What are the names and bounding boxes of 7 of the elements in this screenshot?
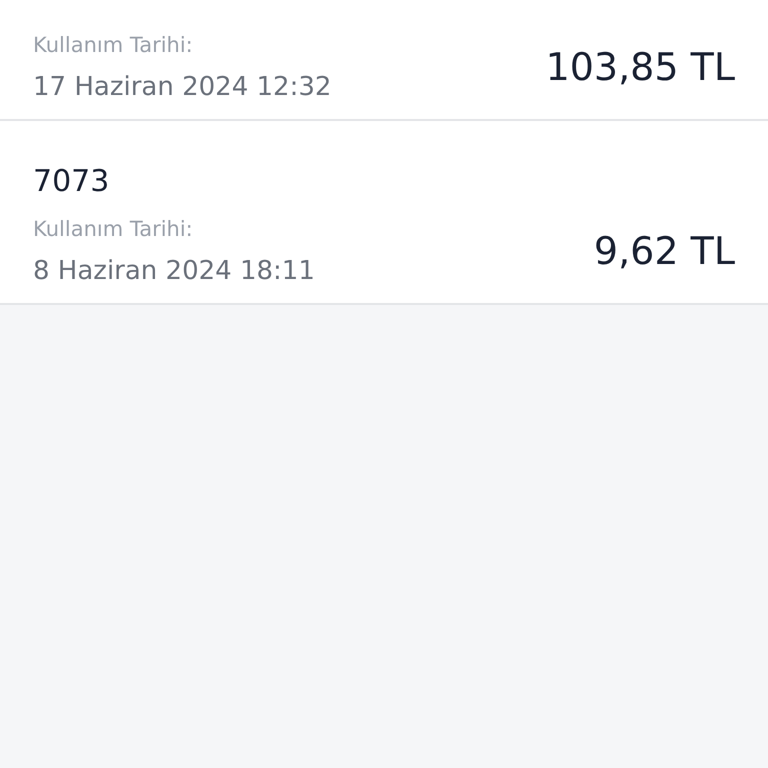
amount: 103,85 TL	[546, 45, 735, 89]
amount: 9,62 TL	[594, 229, 735, 273]
transaction-code: 7073	[33, 163, 110, 201]
usage-date-label: Kullanım Tarihi:	[33, 216, 194, 243]
usage-date: 17 Haziran 2024 12:32	[33, 71, 332, 104]
usage-date-label: Kullanım Tarihi:	[33, 32, 194, 59]
usage-date: 8 Haziran 2024 18:11	[33, 255, 315, 288]
